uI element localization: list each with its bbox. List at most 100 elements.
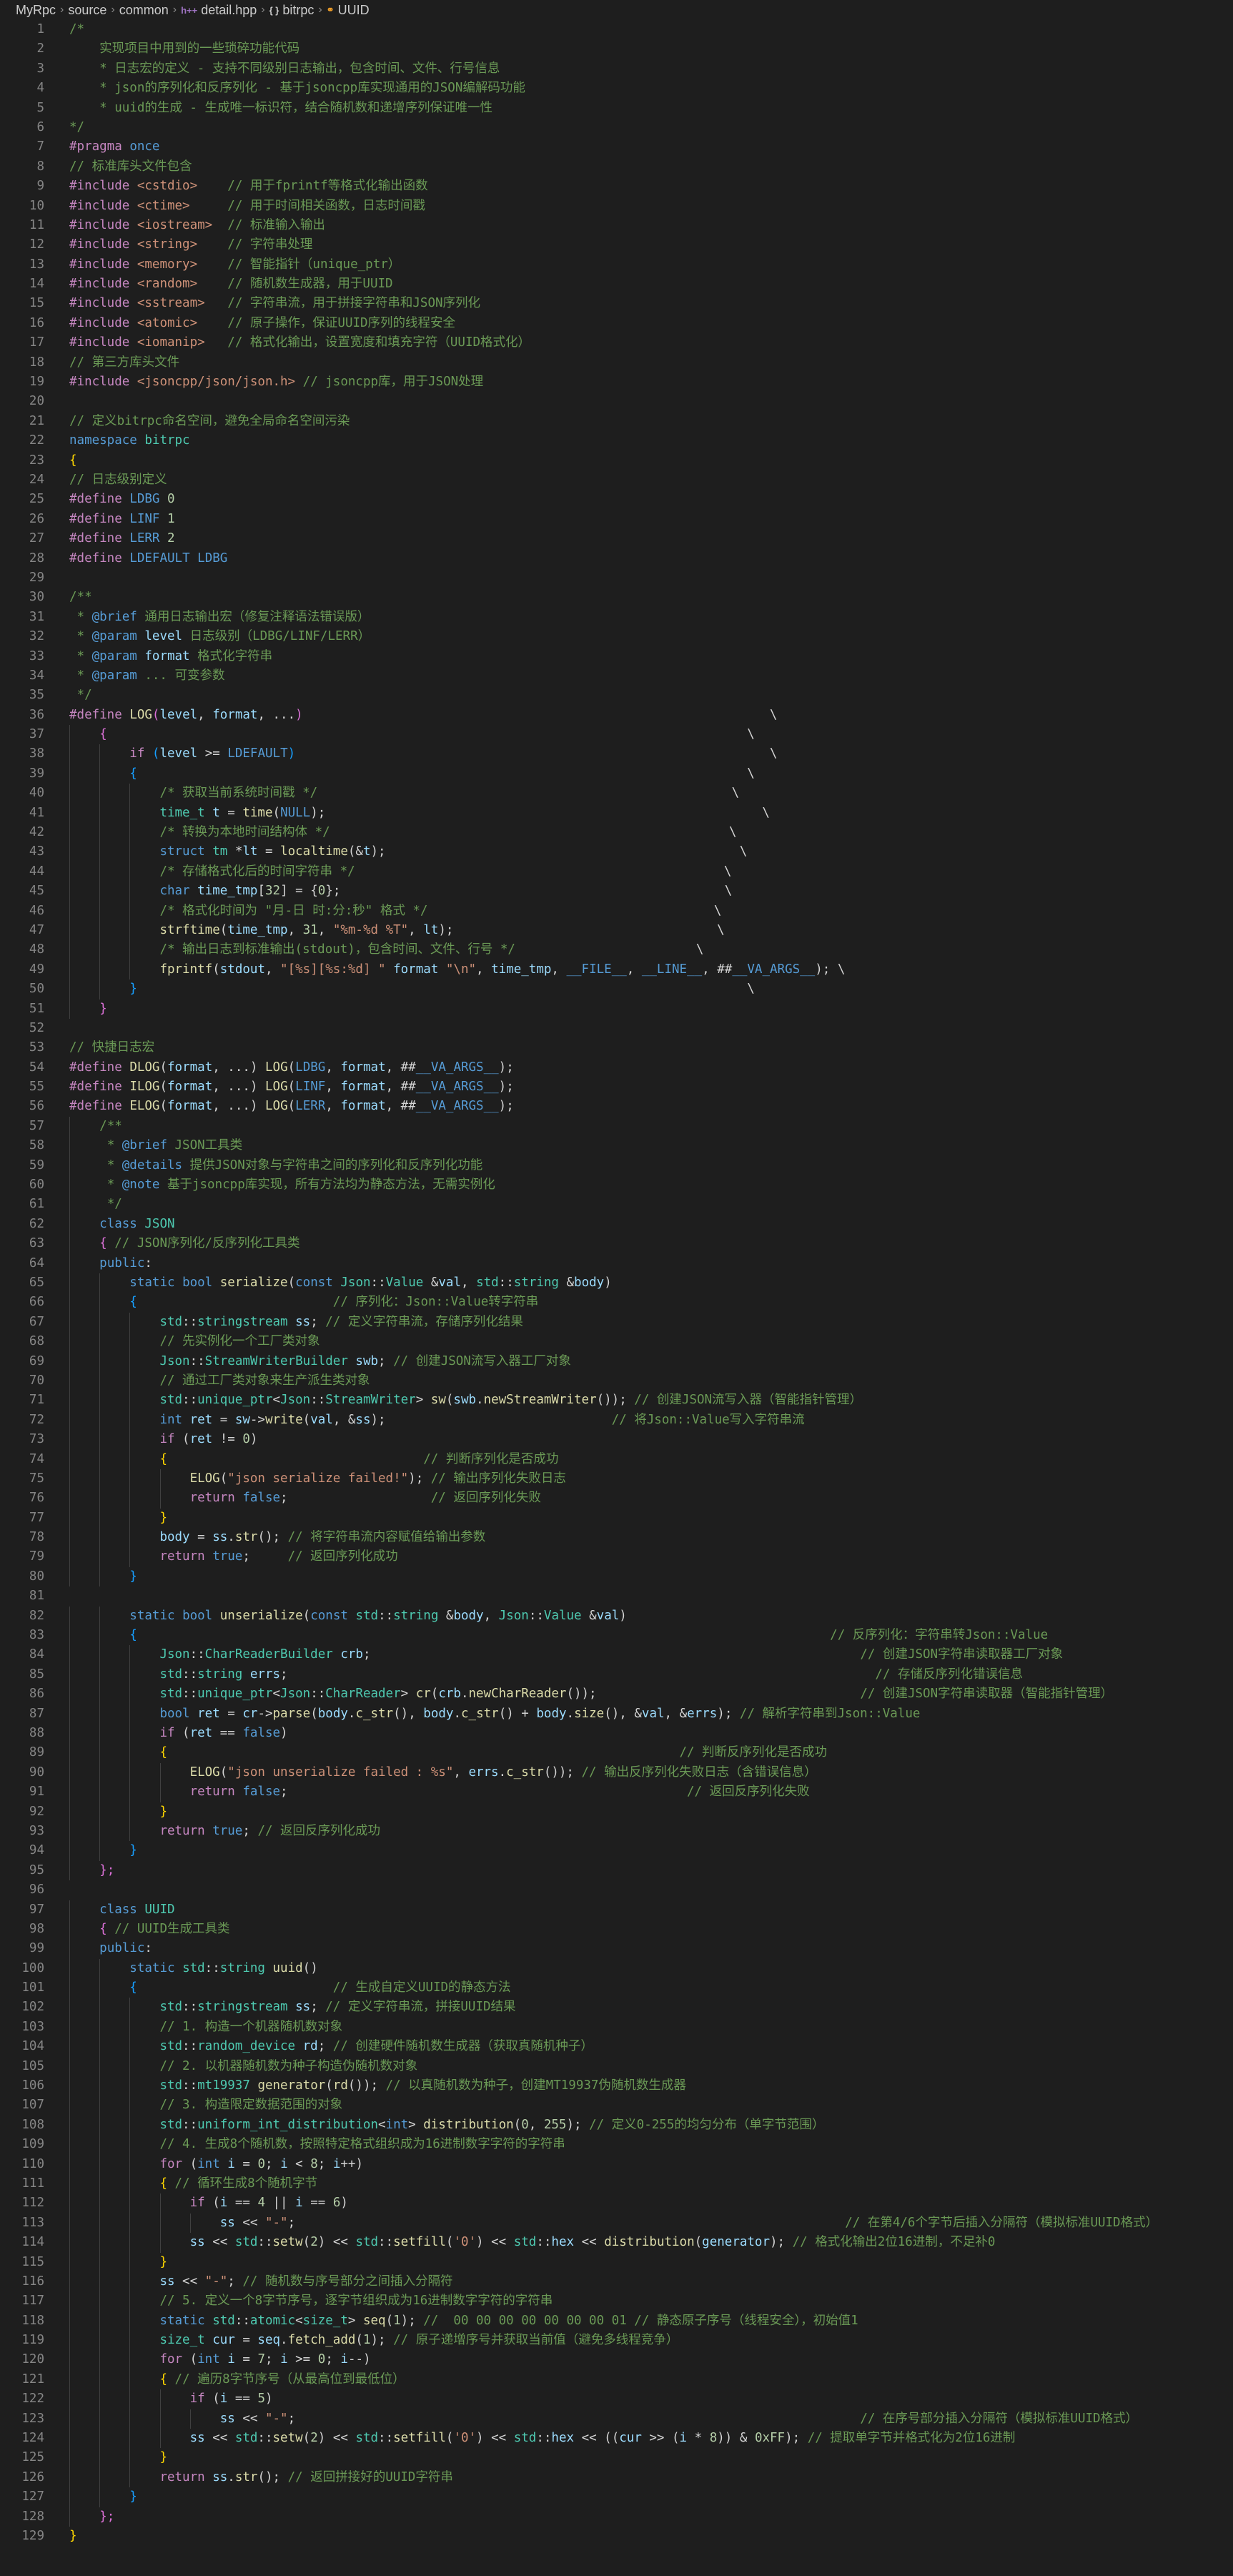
code-line[interactable]: 118 static std::atomic<size_t> seq(1); /… bbox=[0, 2311, 1233, 2331]
code-line[interactable]: 94 } bbox=[0, 1841, 1233, 1861]
code-line[interactable]: 26 #define LINF 1 bbox=[0, 510, 1233, 529]
breadcrumb-item[interactable]: h++ detail.hpp bbox=[181, 3, 257, 18]
code-line[interactable]: 89 { // 判断反序列化是否成功 bbox=[0, 1743, 1233, 1763]
code-line[interactable]: 39 { \ bbox=[0, 764, 1233, 784]
code-line[interactable]: 96 bbox=[0, 1880, 1233, 1900]
code-line[interactable]: 36 #define LOG(level, format, ...) \ bbox=[0, 706, 1233, 725]
code-line[interactable]: 37 { \ bbox=[0, 725, 1233, 745]
code-line[interactable]: 25 #define LDBG 0 bbox=[0, 490, 1233, 509]
code-line[interactable]: 126 return ss.str(); // 返回拼接好的UUID字符串 bbox=[0, 2467, 1233, 2488]
code-line[interactable]: 88 if (ret == false) bbox=[0, 1723, 1233, 1744]
code-line[interactable]: 28 #define LDEFAULT LDBG bbox=[0, 549, 1233, 568]
code-line[interactable]: 113 ss << "-"; // 在第4/6个字节后插入分隔符（模拟标准UUI… bbox=[0, 2213, 1233, 2234]
code-line[interactable]: 111 { // 循环生成8个随机字节 bbox=[0, 2173, 1233, 2194]
code-line[interactable]: 69 Json::StreamWriterBuilder swb; // 创建J… bbox=[0, 1351, 1233, 1371]
code-line[interactable]: 24 // 日志级别定义 bbox=[0, 470, 1233, 490]
code-line[interactable]: 63 { // JSON序列化/反序列化工具类 bbox=[0, 1234, 1233, 1254]
code-line[interactable]: 128 }; bbox=[0, 2507, 1233, 2527]
code-line[interactable]: 54 #define DLOG(format, ...) LOG(LDBG, fo… bbox=[0, 1058, 1233, 1077]
code-line[interactable]: 35 */ bbox=[0, 686, 1233, 705]
code-line[interactable]: 38 if (level >= LDEFAULT) \ bbox=[0, 744, 1233, 764]
code-line[interactable]: 16 #include <atomic> // 原子操作，保证UUID序列的线程安… bbox=[0, 314, 1233, 333]
code-line[interactable]: 102 std::stringstream ss; // 定义字符串流，拼接UU… bbox=[0, 1998, 1233, 2018]
code-line[interactable]: 123 ss << "-"; // 在序号部分插入分隔符（模拟标准UUID格式） bbox=[0, 2409, 1233, 2429]
code-line[interactable]: 11 #include <iostream> // 标准输入输出 bbox=[0, 216, 1233, 235]
code-line[interactable]: 120 for (int i = 7; i >= 0; i--) bbox=[0, 2350, 1233, 2370]
code-line[interactable]: 17 #include <iomanip> // 格式化输出，设置宽度和填充字符（… bbox=[0, 333, 1233, 352]
code-line[interactable]: 58 * @brief JSON工具类 bbox=[0, 1136, 1233, 1156]
code-line[interactable]: 3 * 日志宏的定义 - 支持不同级别日志输出，包含时间、文件、行号信息 bbox=[0, 59, 1233, 79]
code-line[interactable]: 112 if (i == 4 || i == 6) bbox=[0, 2193, 1233, 2214]
code-line[interactable]: 43 struct tm *lt = localtime(&t); \ bbox=[0, 842, 1233, 862]
code-line[interactable]: 8 // 标准库头文件包含 bbox=[0, 157, 1233, 177]
code-line[interactable]: 78 body = ss.str(); // 将字符串流内容赋值给输出参数 bbox=[0, 1528, 1233, 1548]
code-line[interactable]: 10 #include <ctime> // 用于时间相关函数，日志时间戳 bbox=[0, 197, 1233, 216]
code-line[interactable]: 103 // 1. 构造一个机器随机数对象 bbox=[0, 2017, 1233, 2038]
code-line[interactable]: 66 { // 序列化：Json::Value转字符串 bbox=[0, 1293, 1233, 1313]
code-line[interactable]: 77 } bbox=[0, 1508, 1233, 1529]
code-line[interactable]: 93 return true; // 返回反序列化成功 bbox=[0, 1821, 1233, 1842]
code-line[interactable]: 48 /* 输出日志到标准输出(stdout)，包含时间、文件、行号 */ \ bbox=[0, 940, 1233, 960]
code-line[interactable]: 98 { // UUID生成工具类 bbox=[0, 1919, 1233, 1940]
code-line[interactable]: 53 // 快捷日志宏 bbox=[0, 1038, 1233, 1057]
code-line[interactable]: 2 实现项目中用到的一些琐碎功能代码 bbox=[0, 39, 1233, 59]
code-line[interactable]: 104 std::random_device rd; // 创建硬件随机数生成器… bbox=[0, 2037, 1233, 2057]
code-line[interactable]: 51 } bbox=[0, 999, 1233, 1019]
code-line[interactable]: 129} bbox=[0, 2527, 1233, 2546]
code-line[interactable]: 80 } bbox=[0, 1566, 1233, 1587]
code-line[interactable]: 117 // 5. 定义一个8字节序号，逐字节组织成为16进制数字字符的字符串 bbox=[0, 2291, 1233, 2311]
code-line[interactable]: 91 return false; // 返回反序列化失败 bbox=[0, 1782, 1233, 1802]
code-line[interactable]: 49 fprintf(stdout, "[%s][%s:%d] " format… bbox=[0, 959, 1233, 980]
code-line[interactable]: 15 #include <sstream> // 字符串流，用于拼接字符串和JSO… bbox=[0, 294, 1233, 313]
code-line[interactable]: 57 /** bbox=[0, 1116, 1233, 1137]
code-line[interactable]: 13 #include <memory> // 智能指针（unique_ptr） bbox=[0, 255, 1233, 275]
code-line[interactable]: 75 ELOG("json serialize failed!"); // 输出… bbox=[0, 1469, 1233, 1489]
code-line[interactable]: 100 static std::string uuid() bbox=[0, 1958, 1233, 1979]
code-line[interactable]: 68 // 先实例化一个工厂类对象 bbox=[0, 1332, 1233, 1352]
code-line[interactable]: 42 /* 转换为本地时间结构体 */ \ bbox=[0, 823, 1233, 843]
code-line[interactable]: 105 // 2. 以机器随机数为种子构造伪随机数对象 bbox=[0, 2056, 1233, 2077]
code-line[interactable]: 23 { bbox=[0, 451, 1233, 470]
code-line[interactable]: 40 /* 获取当前系统时间戳 */ \ bbox=[0, 784, 1233, 804]
code-line[interactable]: 19 #include <jsoncpp/json/json.h> // json… bbox=[0, 372, 1233, 392]
code-line[interactable]: 79 return true; // 返回序列化成功 bbox=[0, 1547, 1233, 1567]
code-line[interactable]: 45 char time_tmp[32] = {0}; \ bbox=[0, 882, 1233, 902]
code-line[interactable]: 21 // 定义bitrpc命名空间，避免全局命名空间污染 bbox=[0, 412, 1233, 431]
code-line[interactable]: 20 bbox=[0, 392, 1233, 411]
code-line[interactable]: 122 if (i == 5) bbox=[0, 2389, 1233, 2409]
code-line[interactable]: 85 std::string errs; // 存储反序列化错误信息 bbox=[0, 1664, 1233, 1685]
code-line[interactable]: 61 */ bbox=[0, 1195, 1233, 1215]
code-line[interactable]: 108 std::uniform_int_distribution<int> d… bbox=[0, 2115, 1233, 2136]
breadcrumb-item[interactable]: { } bitrpc bbox=[269, 3, 315, 18]
code-line[interactable]: 74 { // 判断序列化是否成功 bbox=[0, 1449, 1233, 1469]
code-line[interactable]: 82 static bool unserialize(const std::st… bbox=[0, 1606, 1233, 1627]
code-line[interactable]: 29 bbox=[0, 568, 1233, 588]
code-line[interactable]: 56 #define ELOG(format, ...) LOG(LERR, fo… bbox=[0, 1097, 1233, 1116]
code-line[interactable]: 115 } bbox=[0, 2252, 1233, 2272]
code-line[interactable]: 92 } bbox=[0, 1802, 1233, 1822]
code-line[interactable]: 5 * uuid的生成 - 生成唯一标识符，结合随机数和递增序列保证唯一性 bbox=[0, 99, 1233, 118]
code-line[interactable]: 97 class UUID bbox=[0, 1900, 1233, 1920]
code-line[interactable]: 30 /** bbox=[0, 588, 1233, 607]
code-line[interactable]: 65 static bool serialize(const Json::Val… bbox=[0, 1273, 1233, 1293]
code-line[interactable]: 83 { // 反序列化：字符串转Json::Value bbox=[0, 1626, 1233, 1646]
code-line[interactable]: 47 strftime(time_tmp, 31, "%m-%d %T", lt… bbox=[0, 920, 1233, 941]
code-line[interactable]: 62 class JSON bbox=[0, 1214, 1233, 1235]
code-line[interactable]: 109 // 4. 生成8个随机数，按照特定格式组织成为16进制数字字符的字符串 bbox=[0, 2135, 1233, 2155]
code-line[interactable]: 59 * @details 提供JSON对象与字符串之间的序列化和反序列化功能 bbox=[0, 1155, 1233, 1176]
code-line[interactable]: 81 bbox=[0, 1586, 1233, 1606]
code-line[interactable]: 27 #define LERR 2 bbox=[0, 529, 1233, 548]
code-line[interactable]: 86 std::unique_ptr<Json::CharReader> cr(… bbox=[0, 1684, 1233, 1704]
code-line[interactable]: 41 time_t t = time(NULL); \ bbox=[0, 803, 1233, 824]
code-line[interactable]: 6 */ bbox=[0, 118, 1233, 137]
code-line[interactable]: 4 * json的序列化和反序列化 - 基于jsoncpp库实现通用的JSON编… bbox=[0, 79, 1233, 98]
code-line[interactable]: 71 std::unique_ptr<Json::StreamWriter> s… bbox=[0, 1391, 1233, 1411]
code-line[interactable]: 64 public: bbox=[0, 1253, 1233, 1273]
code-line[interactable]: 31 * @brief 通用日志输出宏（修复注释语法错误版） bbox=[0, 608, 1233, 627]
code-line[interactable]: 101 { // 生成自定义UUID的静态方法 bbox=[0, 1978, 1233, 1998]
code-line[interactable]: 70 // 通过工厂类对象来生产派生类对象 bbox=[0, 1371, 1233, 1391]
code-line[interactable]: 125 } bbox=[0, 2448, 1233, 2468]
code-line[interactable]: 67 std::stringstream ss; // 定义字符串流，存储序列化… bbox=[0, 1312, 1233, 1333]
code-line[interactable]: 114 ss << std::setw(2) << std::setfill('… bbox=[0, 2233, 1233, 2253]
code-line[interactable]: 124 ss << std::setw(2) << std::setfill('… bbox=[0, 2429, 1233, 2449]
